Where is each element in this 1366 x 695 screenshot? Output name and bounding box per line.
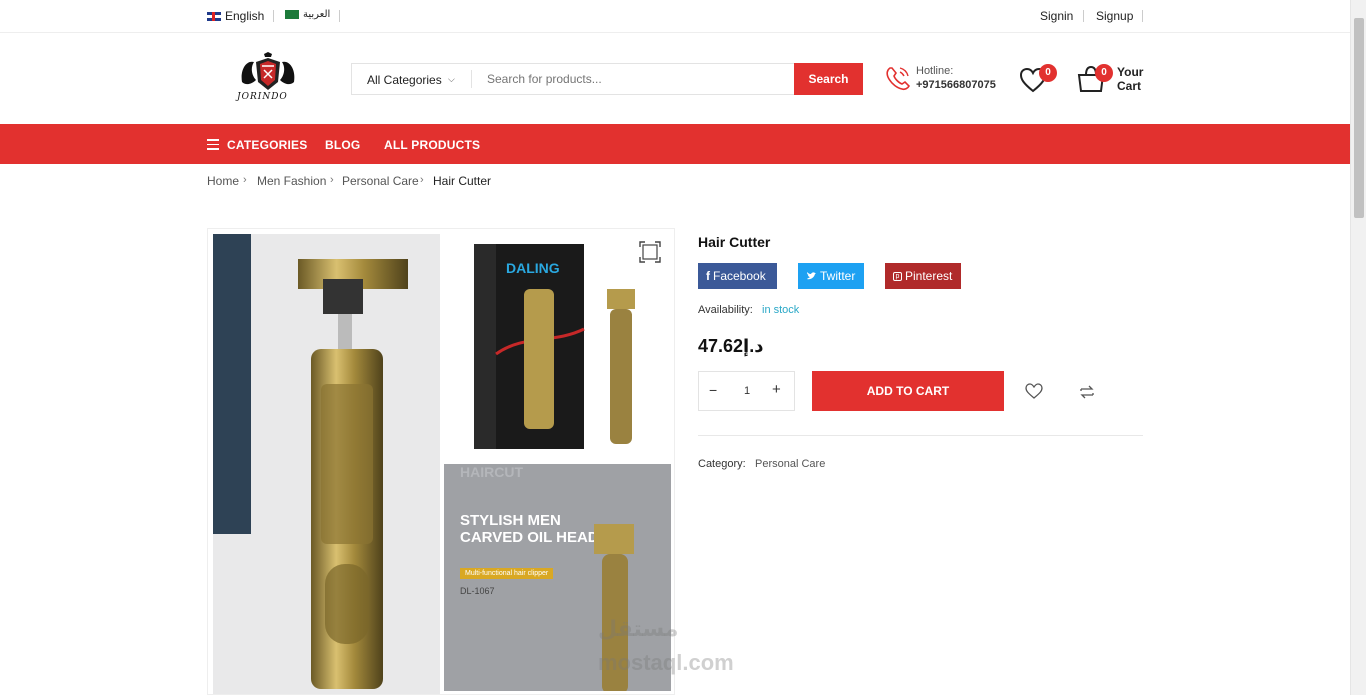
product-title: Hair Cutter [698, 234, 771, 250]
availability-label: Availability: [698, 304, 753, 316]
language-arabic[interactable]: العربية [285, 9, 330, 20]
category-link[interactable]: Personal Care [755, 458, 825, 470]
language-english-label: English [225, 9, 265, 23]
cart-count-badge: 0 [1095, 64, 1113, 82]
share-facebook-button[interactable]: f Facebook [698, 263, 777, 289]
nav-all-products[interactable]: ALL PRODUCTS [384, 138, 480, 152]
breadcrumb-current: Hair Cutter [433, 174, 492, 188]
search-input[interactable] [472, 64, 792, 94]
top-bar: English العربية Signin Signup [0, 0, 1350, 33]
product-price: 47.62د.إ [698, 336, 764, 356]
sa-flag-icon [285, 10, 299, 19]
phone-icon [886, 67, 910, 91]
compare-arrows-icon[interactable] [1078, 383, 1096, 401]
hamburger-menu-icon[interactable] [207, 139, 219, 150]
nav-categories[interactable]: CATEGORIES [227, 138, 307, 152]
section-divider [698, 435, 1143, 436]
divider [1083, 10, 1084, 22]
uk-flag-icon [207, 11, 221, 21]
nav-blog[interactable]: BLOG [325, 138, 360, 152]
quantity-stepper: − 1 + [698, 371, 795, 411]
category-label: Category: [698, 458, 746, 470]
language-arabic-label: العربية [303, 9, 331, 20]
brand-logo-text: JORINDO [237, 92, 288, 102]
signup-link[interactable]: Signup [1096, 9, 1133, 23]
facebook-icon: f [706, 269, 710, 283]
product-main-image[interactable] [213, 234, 440, 694]
search-bar: All Categories ⌵ Search [351, 63, 863, 95]
share-twitter-label: Twitter [820, 269, 856, 283]
divider [339, 10, 340, 22]
product-box-image[interactable]: DALING [444, 234, 671, 459]
quantity-decrease-button[interactable]: − [709, 382, 717, 398]
quantity-increase-button[interactable]: + [772, 381, 781, 398]
breadcrumb-chevron-icon: › [243, 174, 247, 186]
cart-label[interactable]: Your Cart [1117, 65, 1147, 93]
hotline-label: Hotline: [916, 65, 954, 77]
divider [273, 10, 274, 22]
wishlist-count-badge: 0 [1039, 64, 1057, 82]
category-select[interactable]: All Categories ⌵ [352, 64, 471, 94]
pinterest-icon: p [893, 271, 902, 281]
watermark-url: mostaql.com [598, 650, 734, 675]
share-twitter-button[interactable]: Twitter [798, 263, 864, 289]
add-to-cart-button[interactable]: ADD TO CART [812, 371, 1004, 411]
watermark-arabic: مستقل [598, 616, 679, 641]
breadcrumb-chevron-icon: › [330, 174, 334, 186]
breadcrumb-chevron-icon: › [420, 174, 424, 186]
main-nav: CATEGORIES BLOG ALL PRODUCTS [0, 124, 1350, 164]
divider [1142, 10, 1143, 22]
quantity-value[interactable]: 1 [739, 385, 755, 397]
scrollbar-thumb[interactable] [1354, 18, 1364, 218]
page-scrollbar[interactable] [1350, 0, 1366, 695]
breadcrumb-men-fashion[interactable]: Men Fashion [257, 174, 326, 188]
language-english[interactable]: English [207, 9, 264, 23]
twitter-icon [807, 272, 816, 280]
hotline-number[interactable]: +971566807075 [916, 79, 996, 91]
expand-fullscreen-icon[interactable] [638, 240, 662, 264]
share-pinterest-label: Pinterest [905, 269, 953, 283]
search-button[interactable]: Search [794, 63, 863, 95]
category-select-value: All Categories [367, 73, 442, 87]
share-pinterest-button[interactable]: p Pinterest [885, 263, 961, 289]
chevron-down-icon: ⌵ [448, 74, 455, 84]
add-to-wishlist-heart-icon[interactable] [1025, 383, 1043, 399]
signin-link[interactable]: Signin [1040, 9, 1073, 23]
box-brand-text: DALING [506, 260, 560, 276]
breadcrumb-home[interactable]: Home [207, 174, 239, 188]
breadcrumb-personal-care[interactable]: Personal Care [342, 174, 419, 188]
availability-status: in stock [762, 304, 800, 316]
share-facebook-label: Facebook [713, 269, 766, 283]
